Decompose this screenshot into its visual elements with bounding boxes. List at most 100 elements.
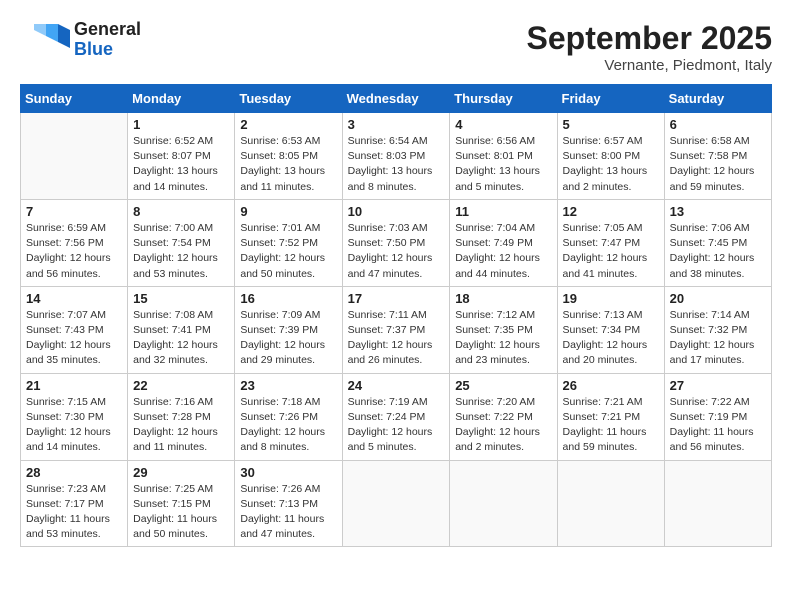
- calendar-header-row: SundayMondayTuesdayWednesdayThursdayFrid…: [21, 85, 772, 113]
- day-info: Sunrise: 7:04 AM Sunset: 7:49 PM Dayligh…: [455, 221, 551, 282]
- day-number: 2: [240, 117, 336, 132]
- day-info: Sunrise: 7:26 AM Sunset: 7:13 PM Dayligh…: [240, 482, 336, 543]
- day-info: Sunrise: 7:19 AM Sunset: 7:24 PM Dayligh…: [348, 395, 445, 456]
- day-info: Sunrise: 6:57 AM Sunset: 8:00 PM Dayligh…: [563, 134, 659, 195]
- day-info: Sunrise: 7:23 AM Sunset: 7:17 PM Dayligh…: [26, 482, 122, 543]
- day-number: 10: [348, 204, 445, 219]
- day-info: Sunrise: 6:58 AM Sunset: 7:58 PM Dayligh…: [670, 134, 766, 195]
- logo-icon: [20, 20, 70, 60]
- calendar-cell: 22Sunrise: 7:16 AM Sunset: 7:28 PM Dayli…: [128, 373, 235, 460]
- calendar-table: SundayMondayTuesdayWednesdayThursdayFrid…: [20, 84, 772, 547]
- calendar-cell: 25 Sunrise: 7:20 AM Sunset: 7:22 PM Dayli…: [450, 373, 557, 460]
- day-info: Sunrise: 6:53 AM Sunset: 8:05 PM Dayligh…: [240, 134, 336, 195]
- day-info: Sunrise: 7:15 AM Sunset: 7:30 PM Dayligh…: [26, 395, 122, 456]
- weekday-header-wednesday: Wednesday: [342, 85, 450, 113]
- day-info: Sunrise: 7:01 AM Sunset: 7:52 PM Dayligh…: [240, 221, 336, 282]
- calendar-cell: 2 Sunrise: 6:53 AM Sunset: 8:05 PM Daylig…: [235, 113, 342, 200]
- calendar-cell: 5 Sunrise: 6:57 AM Sunset: 8:00 PM Daylig…: [557, 113, 664, 200]
- day-info: Sunrise: 7:12 AM Sunset: 7:35 PM Dayligh…: [455, 308, 551, 369]
- calendar-cell: 14Sunrise: 7:07 AM Sunset: 7:43 PM Dayli…: [21, 286, 128, 373]
- logo-general-text: General: [74, 20, 141, 40]
- day-info: Sunrise: 7:14 AM Sunset: 7:32 PM Dayligh…: [670, 308, 766, 369]
- day-info: Sunrise: 7:16 AM Sunset: 7:28 PM Dayligh…: [133, 395, 229, 456]
- calendar-cell: 6Sunrise: 6:58 AM Sunset: 7:58 PM Daylig…: [664, 113, 771, 200]
- calendar-cell: 10 Sunrise: 7:03 AM Sunset: 7:50 PM Dayli…: [342, 199, 450, 286]
- weekday-header-friday: Friday: [557, 85, 664, 113]
- calendar-cell: 28 Sunrise: 7:23 AM Sunset: 7:17 PM Dayli…: [21, 460, 128, 547]
- day-info: Sunrise: 7:03 AM Sunset: 7:50 PM Dayligh…: [348, 221, 445, 282]
- day-number: 8: [133, 204, 229, 219]
- day-number: 29: [133, 465, 229, 480]
- calendar-cell: 3 Sunrise: 6:54 AM Sunset: 8:03 PM Daylig…: [342, 113, 450, 200]
- page-header: General Blue September 2025 Vernante, Pi…: [20, 20, 772, 74]
- day-info: Sunrise: 7:08 AM Sunset: 7:41 PM Dayligh…: [133, 308, 229, 369]
- day-number: 20: [670, 291, 766, 306]
- weekday-header-thursday: Thursday: [450, 85, 557, 113]
- day-number: 12: [563, 204, 659, 219]
- calendar-cell: 26Sunrise: 7:21 AM Sunset: 7:21 PM Dayli…: [557, 373, 664, 460]
- calendar-cell: 19Sunrise: 7:13 AM Sunset: 7:34 PM Dayli…: [557, 286, 664, 373]
- calendar-cell: 23 Sunrise: 7:18 AM Sunset: 7:26 PM Dayli…: [235, 373, 342, 460]
- day-number: 28: [26, 465, 122, 480]
- day-number: 17: [348, 291, 445, 306]
- day-number: 23: [240, 378, 336, 393]
- calendar-week-row: 21Sunrise: 7:15 AM Sunset: 7:30 PM Dayli…: [21, 373, 772, 460]
- calendar-cell: 16 Sunrise: 7:09 AM Sunset: 7:39 PM Dayli…: [235, 286, 342, 373]
- day-number: 30: [240, 465, 336, 480]
- day-info: Sunrise: 6:56 AM Sunset: 8:01 PM Dayligh…: [455, 134, 551, 195]
- calendar-week-row: 7Sunrise: 6:59 AM Sunset: 7:56 PM Daylig…: [21, 199, 772, 286]
- calendar-cell: 8Sunrise: 7:00 AM Sunset: 7:54 PM Daylig…: [128, 199, 235, 286]
- day-info: Sunrise: 7:13 AM Sunset: 7:34 PM Dayligh…: [563, 308, 659, 369]
- calendar-cell: 15 Sunrise: 7:08 AM Sunset: 7:41 PM Dayli…: [128, 286, 235, 373]
- calendar-cell: 13 Sunrise: 7:06 AM Sunset: 7:45 PM Dayli…: [664, 199, 771, 286]
- day-number: 15: [133, 291, 229, 306]
- day-info: Sunrise: 7:25 AM Sunset: 7:15 PM Dayligh…: [133, 482, 229, 543]
- day-info: Sunrise: 7:06 AM Sunset: 7:45 PM Dayligh…: [670, 221, 766, 282]
- calendar-cell: 20 Sunrise: 7:14 AM Sunset: 7:32 PM Dayli…: [664, 286, 771, 373]
- day-number: 24: [348, 378, 445, 393]
- day-number: 16: [240, 291, 336, 306]
- calendar-cell: 1 Sunrise: 6:52 AM Sunset: 8:07 PM Daylig…: [128, 113, 235, 200]
- day-number: 25: [455, 378, 551, 393]
- day-number: 13: [670, 204, 766, 219]
- calendar-cell: 11 Sunrise: 7:04 AM Sunset: 7:49 PM Dayli…: [450, 199, 557, 286]
- calendar-cell: 21Sunrise: 7:15 AM Sunset: 7:30 PM Dayli…: [21, 373, 128, 460]
- day-number: 9: [240, 204, 336, 219]
- day-number: 3: [348, 117, 445, 132]
- day-number: 11: [455, 204, 551, 219]
- calendar-cell: [21, 113, 128, 200]
- calendar-cell: 18 Sunrise: 7:12 AM Sunset: 7:35 PM Dayli…: [450, 286, 557, 373]
- day-info: Sunrise: 7:21 AM Sunset: 7:21 PM Dayligh…: [563, 395, 659, 456]
- calendar-week-row: 28 Sunrise: 7:23 AM Sunset: 7:17 PM Dayli…: [21, 460, 772, 547]
- month-title: September 2025: [527, 20, 772, 57]
- day-number: 1: [133, 117, 229, 132]
- calendar-cell: 30 Sunrise: 7:26 AM Sunset: 7:13 PM Dayli…: [235, 460, 342, 547]
- weekday-header-sunday: Sunday: [21, 85, 128, 113]
- day-number: 4: [455, 117, 551, 132]
- day-info: Sunrise: 7:18 AM Sunset: 7:26 PM Dayligh…: [240, 395, 336, 456]
- location: Vernante, Piedmont, Italy: [527, 57, 772, 74]
- weekday-header-saturday: Saturday: [664, 85, 771, 113]
- weekday-header-tuesday: Tuesday: [235, 85, 342, 113]
- day-number: 27: [670, 378, 766, 393]
- calendar-week-row: 1 Sunrise: 6:52 AM Sunset: 8:07 PM Daylig…: [21, 113, 772, 200]
- day-info: Sunrise: 7:22 AM Sunset: 7:19 PM Dayligh…: [670, 395, 766, 456]
- day-number: 7: [26, 204, 122, 219]
- day-info: Sunrise: 6:54 AM Sunset: 8:03 PM Dayligh…: [348, 134, 445, 195]
- calendar-cell: 4 Sunrise: 6:56 AM Sunset: 8:01 PM Daylig…: [450, 113, 557, 200]
- day-number: 5: [563, 117, 659, 132]
- calendar-cell: 12Sunrise: 7:05 AM Sunset: 7:47 PM Dayli…: [557, 199, 664, 286]
- day-info: Sunrise: 7:09 AM Sunset: 7:39 PM Dayligh…: [240, 308, 336, 369]
- day-number: 18: [455, 291, 551, 306]
- logo: General Blue: [20, 20, 141, 60]
- calendar-cell: 17Sunrise: 7:11 AM Sunset: 7:37 PM Dayli…: [342, 286, 450, 373]
- day-info: Sunrise: 7:07 AM Sunset: 7:43 PM Dayligh…: [26, 308, 122, 369]
- calendar-cell: [342, 460, 450, 547]
- calendar-cell: 27 Sunrise: 7:22 AM Sunset: 7:19 PM Dayli…: [664, 373, 771, 460]
- calendar-week-row: 14Sunrise: 7:07 AM Sunset: 7:43 PM Dayli…: [21, 286, 772, 373]
- calendar-cell: 9 Sunrise: 7:01 AM Sunset: 7:52 PM Daylig…: [235, 199, 342, 286]
- calendar-cell: 24 Sunrise: 7:19 AM Sunset: 7:24 PM Dayli…: [342, 373, 450, 460]
- logo-blue-text: Blue: [74, 40, 141, 60]
- day-info: Sunrise: 7:20 AM Sunset: 7:22 PM Dayligh…: [455, 395, 551, 456]
- day-info: Sunrise: 6:52 AM Sunset: 8:07 PM Dayligh…: [133, 134, 229, 195]
